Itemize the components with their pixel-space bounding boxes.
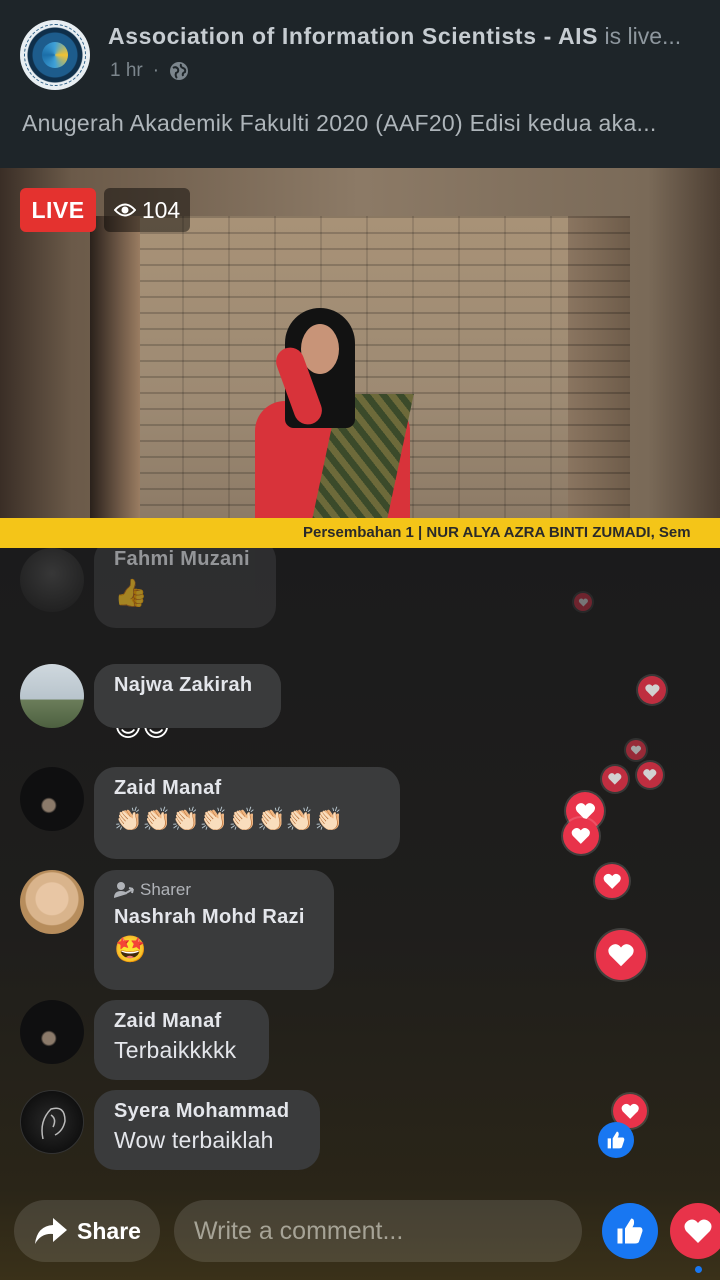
sharer-label: Sharer xyxy=(140,880,192,899)
live-badge: LIVE xyxy=(20,188,96,232)
floating-heart-icon xyxy=(602,766,628,792)
commenter-name[interactable]: Fahmi Muzani xyxy=(114,548,256,571)
video-wall-left xyxy=(90,216,140,522)
eye-icon xyxy=(113,203,136,217)
bubble-extension xyxy=(94,704,281,728)
commenter-avatar[interactable] xyxy=(20,1000,84,1064)
active-indicator-dot xyxy=(695,1266,702,1273)
page-name[interactable]: Association of Information Scientists - … xyxy=(108,23,598,49)
floating-heart-icon xyxy=(563,818,599,854)
comments-feed[interactable]: Fahmi Muzani 👍 Najwa Zakirah Najwa Zakir… xyxy=(0,548,720,1188)
floating-heart-icon xyxy=(626,740,646,760)
comment-bubble[interactable]: Zaid Manaf 👏🏻👏🏻👏🏻👏🏻👏🏻👏🏻👏🏻👏🏻 xyxy=(94,767,400,859)
comment-text: 👏🏻👏🏻👏🏻👏🏻👏🏻👏🏻👏🏻👏🏻 xyxy=(114,807,344,833)
comment-bubble[interactable]: Syera Mohammad Wow terbaiklah xyxy=(94,1090,320,1170)
floating-heart-icon xyxy=(595,864,629,898)
share-arrow-icon xyxy=(35,1218,68,1244)
live-status-text: is live... xyxy=(604,23,682,49)
page-title[interactable]: Association of Information Scientists - … xyxy=(108,22,708,50)
comment-text: Wow terbaiklah xyxy=(114,1127,274,1153)
commenter-name[interactable]: Najwa Zakirah xyxy=(114,674,261,697)
bottom-action-bar: Share xyxy=(0,1188,720,1280)
floating-heart-icon xyxy=(596,930,646,980)
thumbs-up-icon xyxy=(617,1218,643,1244)
floating-heart-icon xyxy=(637,762,663,788)
floating-heart-icon xyxy=(574,593,592,611)
page-avatar[interactable] xyxy=(20,20,90,90)
comment-text: 🤩 xyxy=(114,935,147,965)
lower-third-ticker: Persembahan 1 | NUR ALYA AZRA BINTI ZUMA… xyxy=(0,518,720,548)
floating-heart-icon xyxy=(638,676,666,704)
share-label: Share xyxy=(77,1217,141,1244)
post-header: Association of Information Scientists - … xyxy=(0,0,720,168)
ais-logo-icon xyxy=(42,42,68,68)
comment-bubble[interactable]: Sharer Nashrah Mohd Razi 🤩 xyxy=(94,870,334,990)
love-reaction-button[interactable] xyxy=(670,1203,720,1259)
video-frame xyxy=(90,216,630,526)
commenter-avatar[interactable] xyxy=(20,1090,84,1154)
globe-icon xyxy=(170,62,189,80)
commenter-name[interactable]: Zaid Manaf xyxy=(114,1010,249,1033)
avatar-sketch-icon xyxy=(41,1107,66,1140)
commenter-name[interactable]: Nashrah Mohd Razi xyxy=(114,906,314,929)
share-button[interactable]: Share xyxy=(14,1200,160,1262)
viewer-count: 104 xyxy=(141,196,181,223)
viewer-count-badge: 104 xyxy=(104,188,190,232)
comment-text: Terbaikkkkk xyxy=(114,1037,237,1063)
video-wall-right xyxy=(568,216,630,522)
comment-input[interactable] xyxy=(174,1200,582,1262)
commenter-name[interactable]: Syera Mohammad xyxy=(114,1100,300,1123)
commenter-avatar[interactable] xyxy=(20,767,84,831)
commenter-avatar[interactable] xyxy=(20,548,84,612)
post-time: 1 hr xyxy=(110,60,143,81)
comment-text: 👍 xyxy=(114,578,148,609)
commenter-avatar[interactable] xyxy=(20,664,84,728)
commenter-name[interactable]: Zaid Manaf xyxy=(114,777,380,800)
post-meta: 1 hr · xyxy=(110,60,189,82)
post-description[interactable]: Anugerah Akademik Fakulti 2020 (AAF20) E… xyxy=(22,110,702,137)
heart-icon xyxy=(684,1219,712,1243)
comment-bubble[interactable]: Zaid Manaf Terbaikkkkk xyxy=(94,1000,269,1080)
like-reaction-button[interactable] xyxy=(602,1203,658,1259)
comment-bubble[interactable]: Fahmi Muzani 👍 xyxy=(94,548,276,628)
sharer-icon xyxy=(114,882,134,898)
sharer-badge: Sharer xyxy=(114,880,314,900)
commenter-avatar[interactable] xyxy=(20,870,84,934)
floating-like-icon xyxy=(598,1122,634,1158)
live-video[interactable]: LIVE 104 Persembahan 1 | NUR ALYA AZRA B… xyxy=(0,168,720,548)
